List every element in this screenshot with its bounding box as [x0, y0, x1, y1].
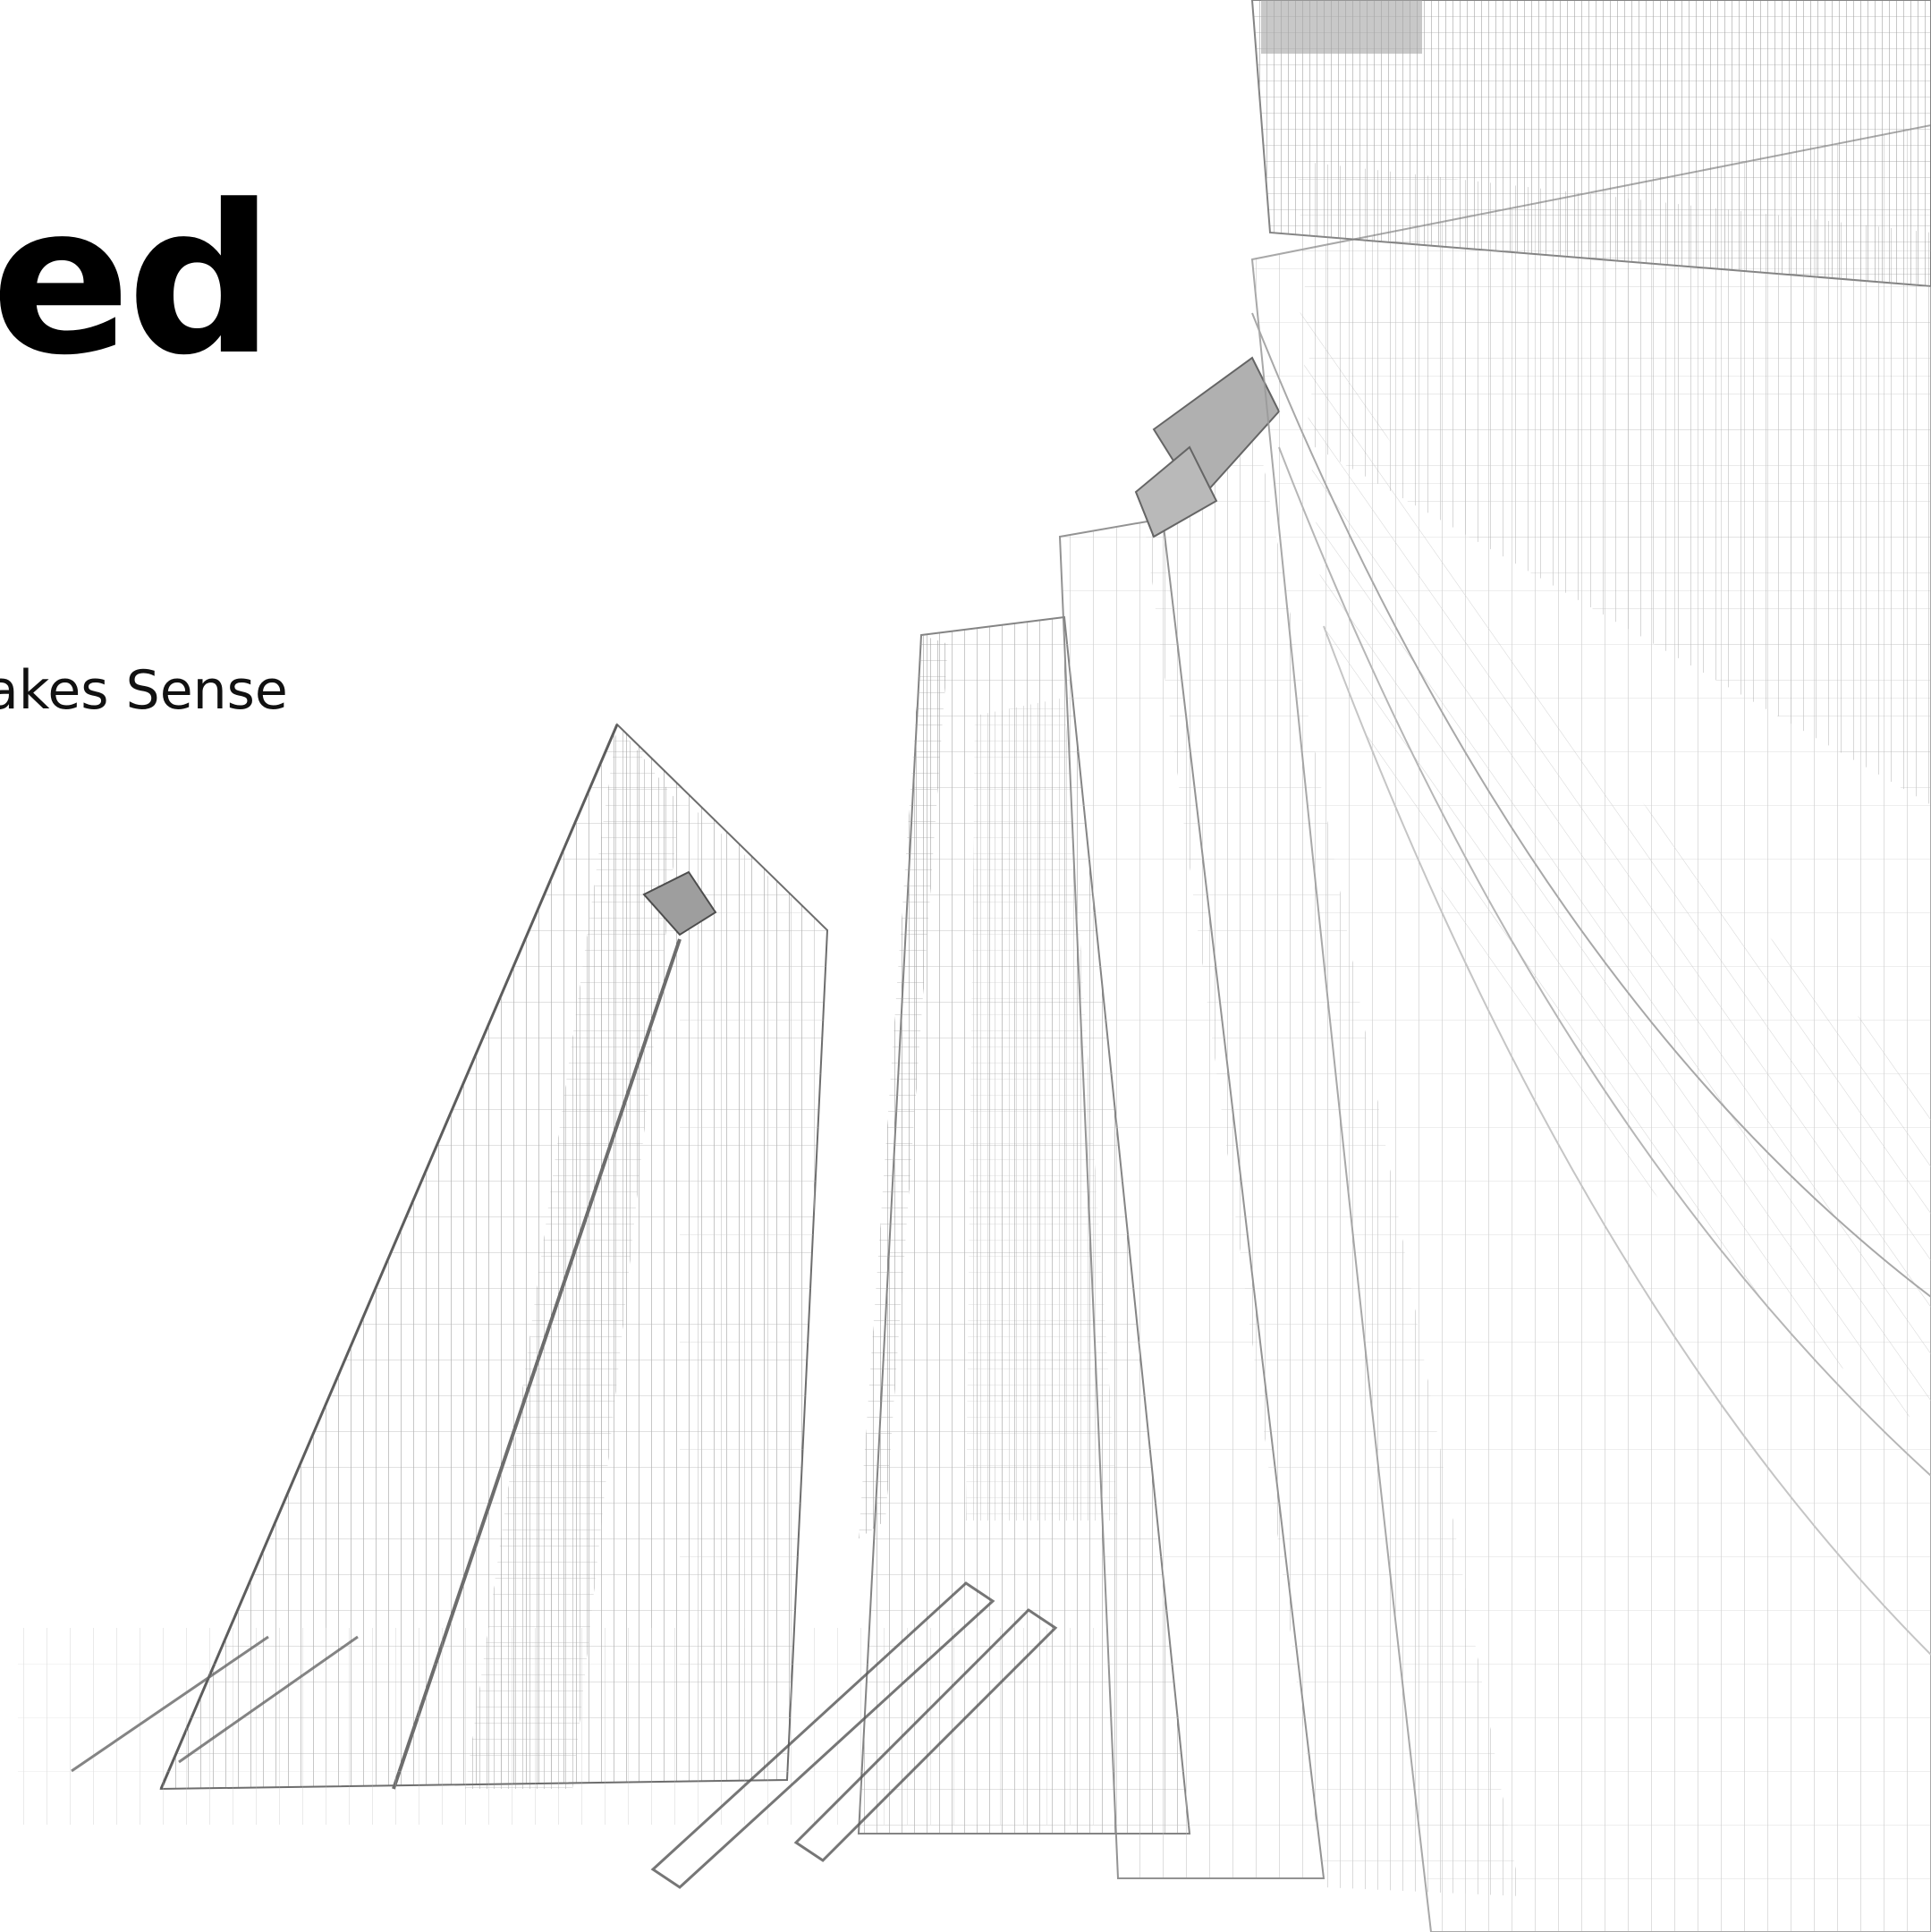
building-wireframe-illustration: [18, 0, 1931, 1932]
presentation-slide: ed akes Sense: [0, 0, 1931, 1932]
slide-title: ed: [0, 162, 275, 401]
slide-subtitle: akes Sense: [0, 659, 288, 722]
ground-level: [18, 1581, 1181, 1889]
